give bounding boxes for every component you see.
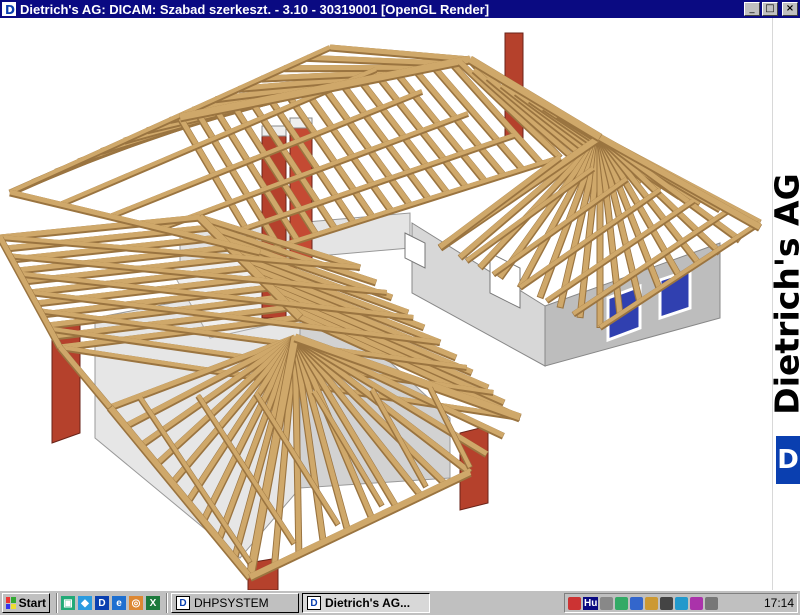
close-button[interactable]: × bbox=[782, 2, 798, 16]
quick-launch: ▣ ◆ De ◎ X bbox=[61, 596, 160, 610]
tray-icon[interactable] bbox=[690, 596, 704, 610]
start-label: Start bbox=[18, 596, 46, 610]
task-app-icon: D bbox=[307, 596, 321, 610]
taskbar-separator bbox=[166, 593, 168, 613]
tray-icon[interactable] bbox=[675, 596, 689, 610]
taskbar-separator bbox=[56, 593, 58, 613]
taskbar: Start ▣ ◆ De ◎ X D DHPSYSTEM D Dietrich's AG...… bbox=[0, 590, 800, 615]
side-banner: Dietrich's AG D bbox=[767, 18, 800, 590]
svg-text:D: D bbox=[5, 3, 15, 16]
tray-icon[interactable] bbox=[630, 596, 644, 610]
language-indicator[interactable]: Hu bbox=[583, 596, 599, 610]
media-icon[interactable]: ◎ bbox=[129, 596, 143, 610]
task-button-label: DHPSYSTEM bbox=[194, 596, 269, 610]
task-app-icon: D bbox=[176, 596, 190, 610]
system-tray: Hu 17:14 bbox=[564, 593, 798, 613]
windows-flag-icon bbox=[6, 597, 16, 609]
tray-icon[interactable] bbox=[645, 596, 659, 610]
tray-icon[interactable] bbox=[705, 596, 719, 610]
tray-icon[interactable] bbox=[568, 596, 581, 610]
dietrich-icon[interactable]: D bbox=[95, 596, 109, 610]
roof-structure-render[interactable] bbox=[0, 18, 772, 590]
browser-icon[interactable]: e bbox=[112, 596, 126, 610]
explorer-icon[interactable]: ◆ bbox=[78, 596, 92, 610]
desktop-icon[interactable]: ▣ bbox=[61, 596, 75, 610]
banner-brand-text: Dietrich's AG bbox=[767, 173, 800, 415]
maximize-button[interactable]: □ bbox=[762, 2, 778, 16]
excel-icon[interactable]: X bbox=[146, 596, 160, 610]
tray-icon[interactable] bbox=[615, 596, 629, 610]
render-viewport[interactable] bbox=[0, 18, 772, 590]
task-buttons: D DHPSYSTEM D Dietrich's AG... bbox=[171, 593, 430, 613]
task-button[interactable]: D DHPSYSTEM bbox=[171, 593, 299, 613]
dietrich-logo-icon: D bbox=[776, 436, 800, 484]
tray-icon[interactable] bbox=[660, 596, 674, 610]
window-title: Dietrich's AG: DICAM: Szabad szerkeszt. … bbox=[20, 1, 490, 17]
clock: 17:14 bbox=[763, 596, 794, 610]
start-button[interactable]: Start bbox=[2, 593, 50, 613]
task-button[interactable]: D Dietrich's AG... bbox=[302, 593, 430, 613]
app-icon: D bbox=[2, 2, 16, 16]
task-button-label: Dietrich's AG... bbox=[325, 596, 411, 610]
volume-icon[interactable] bbox=[600, 596, 614, 610]
title-bar[interactable]: D Dietrich's AG: DICAM: Szabad szerkeszt… bbox=[0, 0, 800, 18]
minimize-button[interactable]: _ bbox=[744, 2, 760, 16]
